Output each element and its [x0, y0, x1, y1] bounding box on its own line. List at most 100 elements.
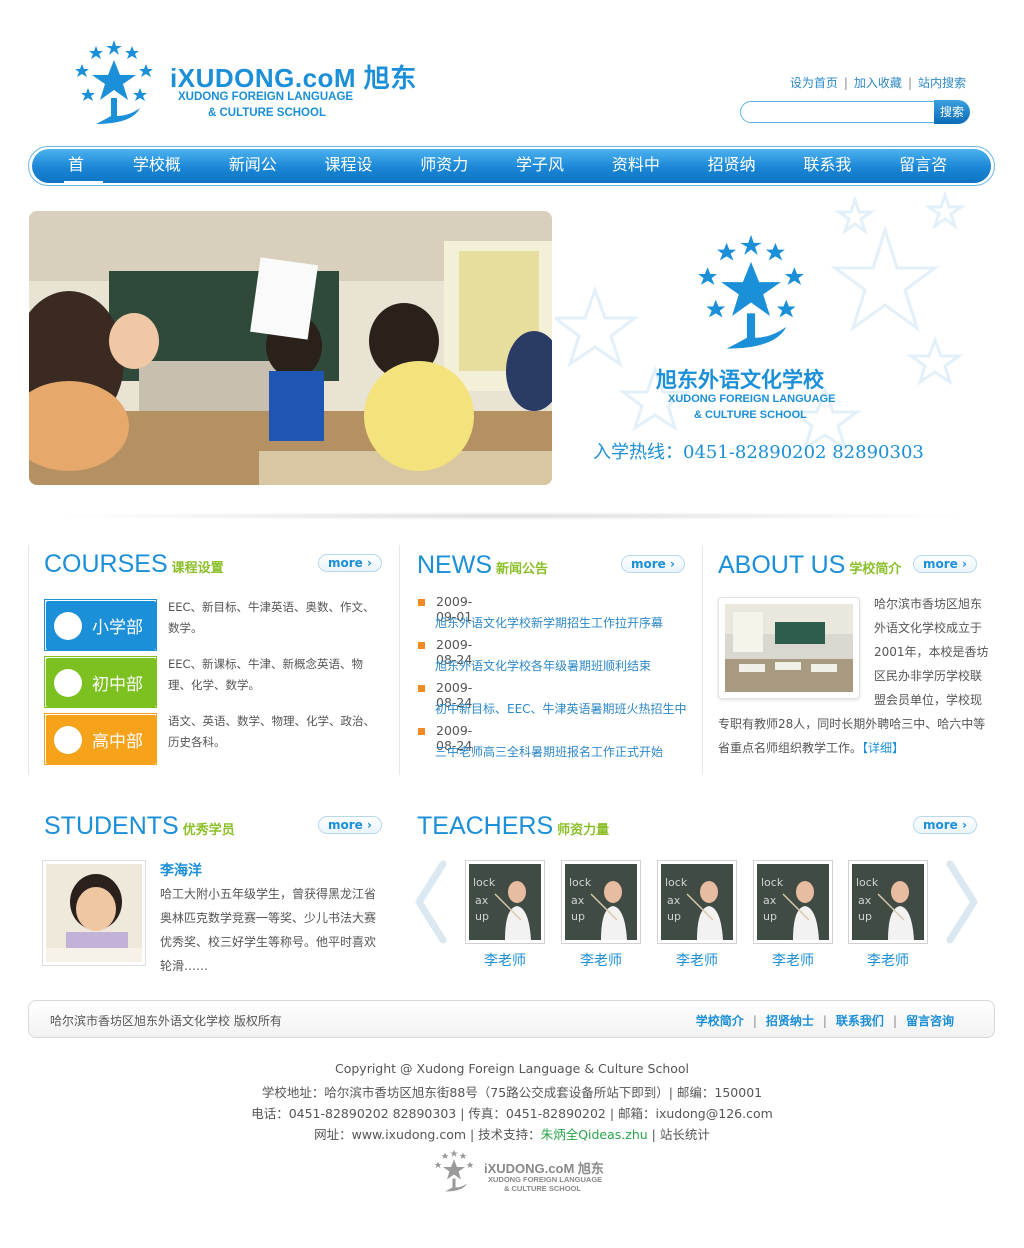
about-line: 2001年，本校是香坊: [874, 645, 989, 659]
add-favorite-link[interactable]: 加入收藏: [854, 76, 902, 90]
about-more-button[interactable]: more ›: [913, 555, 977, 573]
star-logo-icon: [75, 40, 153, 124]
course-label: 高中部: [92, 732, 143, 752]
divider-shadow: [40, 512, 984, 520]
separator: |: [822, 1014, 827, 1028]
more-label: more: [328, 818, 363, 832]
course-junior-box: 初中部: [46, 658, 156, 707]
about-title: ABOUT US: [718, 551, 846, 579]
svg-text:up: up: [475, 910, 489, 923]
site-stats-link[interactable]: | 站长统计: [648, 1127, 710, 1142]
main-nav: 首页 学校概况 新闻公告 课程设置 师资力量 学子风采 资料中心 招贤纳士 联系…: [32, 149, 991, 206]
separator: |: [892, 1014, 897, 1028]
students-heading: STUDENTS 优秀学员: [44, 812, 235, 841]
teacher-name: 李老师: [580, 953, 622, 969]
teacher-card[interactable]: lock ax up 李老师: [753, 860, 833, 970]
course-primary-box: 小学部: [46, 601, 156, 650]
logo[interactable]: [74, 38, 154, 128]
search-button[interactable]: 搜索: [934, 100, 970, 124]
carousel-next-button[interactable]: [940, 860, 982, 944]
teacher-name: 李老师: [772, 953, 814, 969]
separator: |: [907, 76, 912, 90]
footer-copyright-owner: 哈尔滨市香坊区旭东外语文化学校 版权所有: [50, 1014, 282, 1028]
banner-classroom-photo: [29, 211, 552, 485]
about-text-side: 哈尔滨市香坊区旭东 外语文化学校成立于 2001年，本校是香坊 区民办非学历学校…: [874, 592, 994, 712]
about-line: 哈尔滨市香坊区旭东: [874, 597, 983, 611]
divider: [28, 545, 29, 775]
set-homepage-link[interactable]: 设为首页: [790, 76, 838, 90]
teacher-photo: lock ax up: [657, 860, 737, 944]
copyright-text: Copyright @ Xudong Foreign Language & Cu…: [334, 1061, 690, 1076]
courses-more-button[interactable]: more ›: [318, 554, 382, 572]
nav-item-teachers[interactable]: 师资力量: [416, 149, 486, 206]
bullet-icon: [418, 728, 425, 735]
banner-school-name: 旭东外语文化学校: [656, 368, 824, 392]
nav-item-courses[interactable]: 课程设置: [320, 149, 390, 206]
child-avatar-icon: [54, 668, 82, 697]
top-links: 设为首页 | 加入收藏 | 站内搜索: [790, 74, 966, 91]
teacher-card[interactable]: lock ax up 李老师: [465, 860, 545, 970]
course-desc: 语文、英语、数学、物理、化学、政治、历史各科。: [168, 714, 375, 749]
about-line: 省重点名师组织教学工作。: [718, 741, 863, 755]
teacher-photo: lock ax up: [465, 860, 545, 944]
svg-text:lock: lock: [473, 876, 496, 889]
nav-item-resources[interactable]: 资料中心: [608, 149, 678, 206]
svg-text:ax: ax: [571, 894, 585, 907]
news-link[interactable]: 旭东外语文化学校各年级暑期班顺利结束: [435, 657, 651, 674]
student-name[interactable]: 李海洋: [160, 860, 202, 880]
site-search-link[interactable]: 站内搜索: [918, 76, 966, 90]
nav-item-home[interactable]: 首页: [64, 149, 103, 206]
news-subtitle: 新闻公告: [496, 562, 549, 577]
course-desc: EEC、新目标、牛津英语、奥数、作文、数学。: [168, 600, 375, 635]
teacher-card[interactable]: lock ax up 李老师: [848, 860, 928, 970]
footer-link-contact[interactable]: 联系我们: [836, 1014, 884, 1028]
chevron-right-icon: ›: [367, 556, 372, 570]
svg-text:lock: lock: [569, 876, 592, 889]
chevron-right-icon: ›: [962, 557, 967, 571]
courses-subtitle: 课程设置: [171, 561, 224, 576]
more-label: more: [923, 557, 958, 571]
chevron-right-icon: [946, 860, 978, 944]
student-photo[interactable]: [42, 860, 146, 966]
footer-link-careers[interactable]: 招贤纳士: [766, 1014, 814, 1028]
students-subtitle: 优秀学员: [182, 823, 235, 838]
nav-item-school-overview[interactable]: 学校概况: [129, 149, 199, 206]
teachers-more-button[interactable]: more ›: [913, 816, 977, 834]
teacher-card[interactable]: lock ax up 李老师: [657, 860, 737, 970]
svg-text:up: up: [667, 910, 681, 923]
nav-item-contact[interactable]: 联系我们: [799, 149, 869, 206]
teacher-card[interactable]: lock ax up 李老师: [561, 860, 641, 970]
divider: [399, 545, 400, 775]
child-avatar-icon: [54, 725, 82, 754]
footer-link-about[interactable]: 学校简介: [696, 1014, 744, 1028]
carousel-prev-button[interactable]: [411, 860, 453, 944]
news-link[interactable]: 初中新目标、EEC、牛津英语暑期班火热招生中: [435, 700, 687, 717]
about-detail-link[interactable]: 【详细】: [862, 741, 904, 755]
course-senior-button[interactable]: 高中部: [44, 713, 157, 765]
teacher-name: 李老师: [676, 953, 718, 969]
chevron-right-icon: ›: [670, 557, 675, 571]
news-more-button[interactable]: more ›: [621, 555, 685, 573]
svg-text:ax: ax: [475, 894, 489, 907]
teacher-name: 李老师: [484, 953, 526, 969]
separator: |: [843, 76, 848, 90]
tech-support-link[interactable]: 朱炳全Qideas.zhu: [541, 1127, 648, 1142]
course-primary-button[interactable]: 小学部: [44, 599, 157, 651]
brand-subtitle: XUDONG FOREIGN LANGUAGE: [178, 91, 354, 103]
more-label: more: [923, 818, 958, 832]
news-link[interactable]: 三中老师高三全科暑期班报名工作正式开始: [435, 743, 663, 760]
chevron-right-icon: ›: [367, 818, 372, 832]
students-more-button[interactable]: more ›: [318, 816, 382, 834]
footer-link-guestbook[interactable]: 留言咨询: [906, 1014, 954, 1028]
banner-logo: [696, 232, 806, 354]
course-junior-button[interactable]: 初中部: [44, 656, 157, 708]
nav-item-news[interactable]: 新闻公告: [225, 149, 295, 206]
search-input[interactable]: [740, 101, 936, 123]
student-bio: 哈工大附小五年级学生，曾获得黑龙江省奥林匹克数学竞赛一等奖、少儿书法大赛优秀奖、…: [160, 887, 377, 973]
nav-item-guestbook[interactable]: 留言咨询: [895, 149, 965, 206]
nav-item-careers[interactable]: 招贤纳士: [704, 149, 774, 206]
about-line-last: 省重点名师组织教学工作。【详细】: [718, 736, 998, 760]
nav-item-students[interactable]: 学子风采: [512, 149, 582, 206]
about-line: 盟会员单位，学校现: [874, 693, 983, 707]
news-link[interactable]: 旭东外语文化学校新学期招生工作拉开序幕: [435, 614, 663, 631]
